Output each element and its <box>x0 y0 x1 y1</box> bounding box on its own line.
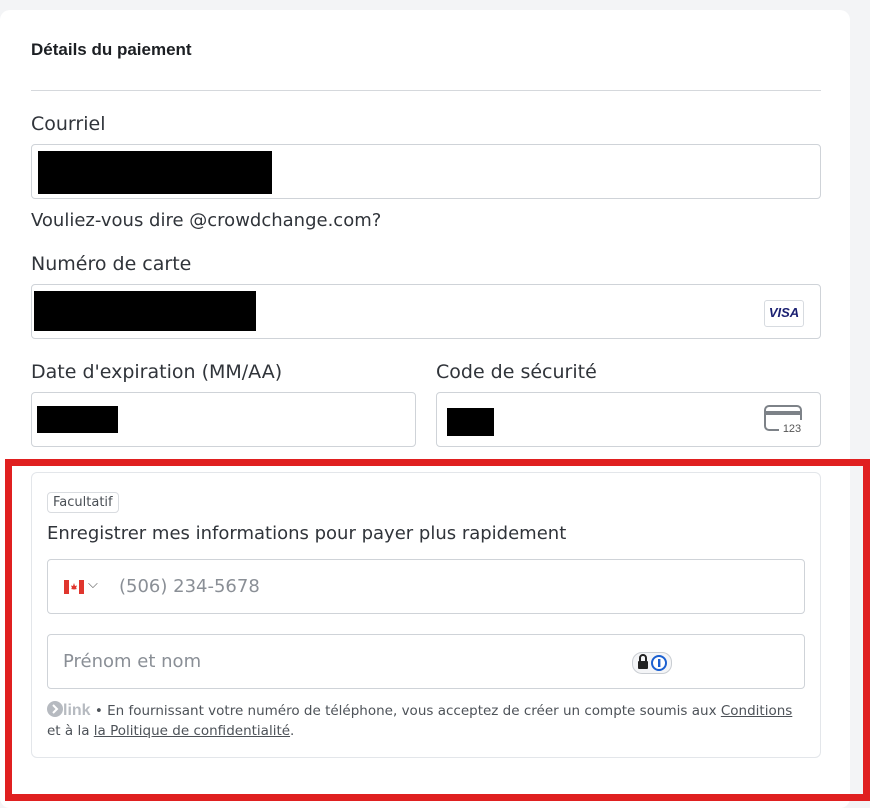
divider <box>31 90 821 91</box>
cvc-icon-text: 123 <box>783 423 801 435</box>
redacted-card-number <box>34 291 256 331</box>
redacted-cvc <box>447 408 494 436</box>
visa-icon: VISA <box>764 300 804 327</box>
cvc-label: Code de sécurité <box>436 361 597 383</box>
privacy-policy-link[interactable]: la Politique de confidentialité <box>94 723 290 739</box>
link-disclaimer: link • En fournissant votre numéro de té… <box>47 701 807 741</box>
conditions-link[interactable]: Conditions <box>721 703 792 719</box>
phone-placeholder: (506) 234-5678 <box>119 576 260 597</box>
disclaimer-text: • En fournissant votre numéro de télépho… <box>90 703 721 719</box>
cvc-field[interactable]: 123 <box>436 392 821 447</box>
full-name-field[interactable]: Prénom et nom <box>47 634 805 689</box>
card-number-label: Numéro de carte <box>31 253 192 275</box>
expiry-field[interactable] <box>31 392 416 447</box>
email-field[interactable] <box>31 144 821 199</box>
disclaimer-end: . <box>290 723 295 739</box>
save-info-text: Enregistrer mes informations pour payer … <box>47 523 567 544</box>
password-manager-icon[interactable] <box>632 652 672 674</box>
page-title: Détails du paiement <box>31 40 192 59</box>
expiry-label: Date d'expiration (MM/AA) <box>31 361 283 383</box>
name-placeholder: Prénom et nom <box>63 651 202 672</box>
card-number-field[interactable]: VISA <box>31 284 821 339</box>
link-arrow-icon <box>47 701 63 717</box>
link-logo: link <box>63 702 91 719</box>
phone-field[interactable]: ⌵ (506) 234-5678 <box>47 559 805 614</box>
optional-badge: Facultatif <box>47 492 119 513</box>
cvc-card-icon: 123 <box>764 405 806 435</box>
email-suggestion[interactable]: Vouliez-vous dire @crowdchange.com? <box>31 210 381 231</box>
email-label: Courriel <box>31 113 106 135</box>
link-save-section: Facultatif Enregistrer mes informations … <box>31 472 821 758</box>
canada-flag-icon[interactable] <box>64 580 84 594</box>
disclaimer-mid: et à la <box>47 723 94 739</box>
chevron-down-icon[interactable]: ⌵ <box>88 577 98 592</box>
redacted-email <box>38 151 272 194</box>
redacted-expiry <box>37 406 118 433</box>
